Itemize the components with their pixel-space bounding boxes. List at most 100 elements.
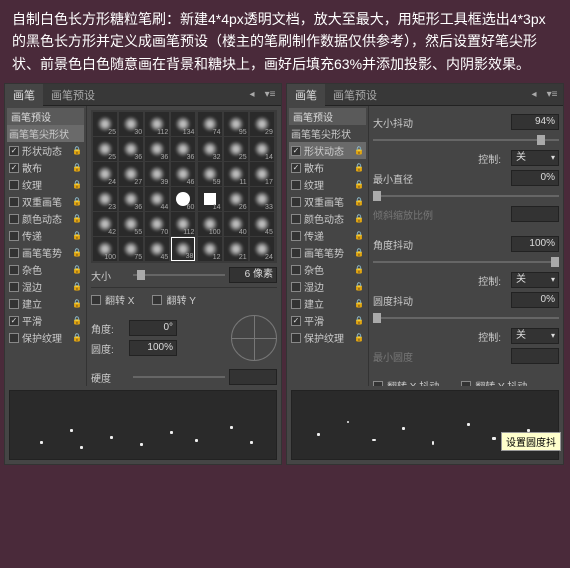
brush-thumb[interactable]: 42 [93, 212, 117, 236]
menu-icon[interactable]: ▾≡ [263, 88, 277, 102]
checkbox[interactable] [9, 265, 19, 275]
brush-thumb[interactable]: 32 [198, 137, 222, 161]
checkbox[interactable] [291, 265, 301, 275]
size-jitter-slider[interactable] [373, 134, 559, 146]
checkbox[interactable] [291, 282, 301, 292]
checkbox[interactable] [9, 180, 19, 190]
brush-thumb[interactable]: 55 [119, 212, 143, 236]
sidebar-item[interactable]: 杂色🔒 [289, 261, 366, 278]
checkbox[interactable] [291, 333, 301, 343]
chevron-left-icon[interactable]: ◂ [245, 88, 259, 102]
sidebar-item[interactable]: 纹理🔒 [7, 176, 84, 193]
checkbox[interactable] [291, 316, 301, 326]
sidebar-item[interactable]: 平滑🔒 [7, 312, 84, 329]
brush-thumb[interactable]: 60 [171, 187, 195, 211]
control-select[interactable]: 关 [511, 272, 559, 288]
brush-thumb[interactable]: 26 [224, 187, 248, 211]
brush-thumb[interactable]: 36 [119, 187, 143, 211]
brush-thumb[interactable]: 112 [145, 112, 169, 136]
sidebar-item[interactable]: 散布🔒 [289, 159, 366, 176]
brush-thumb[interactable]: 36 [145, 137, 169, 161]
brush-thumb[interactable]: 70 [145, 212, 169, 236]
sidebar-item[interactable]: 保护纹理🔒 [289, 329, 366, 346]
sidebar-header[interactable]: 画笔预设 [7, 108, 84, 125]
sidebar-item[interactable]: 双重画笔🔒 [289, 193, 366, 210]
brush-thumb[interactable]: 11 [224, 162, 248, 186]
tab-brush[interactable]: 画笔 [5, 84, 43, 106]
checkbox[interactable] [9, 333, 19, 343]
hardness-slider[interactable] [133, 371, 225, 383]
checkbox[interactable] [9, 248, 19, 258]
brush-thumb[interactable]: 38 [171, 237, 195, 261]
checkbox[interactable] [9, 282, 19, 292]
brush-thumb[interactable]: 29 [250, 112, 274, 136]
menu-icon[interactable]: ▾≡ [545, 88, 559, 102]
sidebar-item[interactable]: 颜色动态🔒 [289, 210, 366, 227]
brush-thumb[interactable]: 39 [145, 162, 169, 186]
tab-brush[interactable]: 画笔 [287, 84, 325, 106]
brush-thumb[interactable]: 14 [198, 187, 222, 211]
checkbox[interactable] [9, 214, 19, 224]
sidebar-item[interactable]: 形状动态🔒 [7, 142, 84, 159]
sidebar-item[interactable]: 杂色🔒 [7, 261, 84, 278]
brush-thumb[interactable]: 59 [198, 162, 222, 186]
checkbox[interactable] [9, 163, 19, 173]
control-select[interactable]: 关 [511, 328, 559, 344]
size-value[interactable]: 6 像素 [229, 267, 277, 283]
brush-thumb[interactable]: 74 [198, 112, 222, 136]
brush-thumb[interactable]: 95 [224, 112, 248, 136]
checkbox[interactable] [291, 214, 301, 224]
sidebar-header[interactable]: 画笔预设 [289, 108, 366, 125]
angle-jitter-value[interactable]: 100% [511, 236, 559, 252]
checkbox[interactable] [291, 197, 301, 207]
sidebar-item[interactable]: 散布🔒 [7, 159, 84, 176]
angle-value[interactable]: 0° [129, 320, 177, 336]
sidebar-item[interactable]: 双重画笔🔒 [7, 193, 84, 210]
sidebar-item[interactable]: 画笔笔尖形状 [289, 125, 366, 142]
sidebar-item[interactable]: 湿边🔒 [289, 278, 366, 295]
brush-thumb[interactable]: 40 [224, 212, 248, 236]
flipx-checkbox[interactable] [91, 295, 101, 305]
min-diameter-slider[interactable] [373, 190, 559, 202]
checkbox[interactable] [291, 146, 301, 156]
brush-thumb[interactable]: 24 [93, 162, 117, 186]
hardness-value[interactable] [229, 369, 277, 385]
brush-thumb[interactable]: 45 [250, 212, 274, 236]
checkbox[interactable] [291, 180, 301, 190]
brush-thumb[interactable]: 75 [119, 237, 143, 261]
sidebar-item[interactable]: 纹理🔒 [289, 176, 366, 193]
sidebar-item[interactable]: 画笔笔尖形状 [7, 125, 84, 142]
size-jitter-value[interactable]: 94% [511, 114, 559, 130]
checkbox[interactable] [291, 163, 301, 173]
brush-thumb[interactable]: 100 [198, 212, 222, 236]
brush-thumb[interactable]: 21 [224, 237, 248, 261]
checkbox[interactable] [291, 231, 301, 241]
sidebar-item[interactable]: 颜色动态🔒 [7, 210, 84, 227]
flipy-jitter-checkbox[interactable] [461, 381, 471, 387]
brush-thumb[interactable]: 12 [198, 237, 222, 261]
brush-thumb[interactable]: 25 [93, 137, 117, 161]
sidebar-item[interactable]: 画笔笔势🔒 [7, 244, 84, 261]
brush-thumb[interactable]: 14 [250, 137, 274, 161]
brush-thumb[interactable]: 17 [250, 162, 274, 186]
angle-jitter-slider[interactable] [373, 256, 559, 268]
round-value[interactable]: 100% [129, 340, 177, 356]
sidebar-item[interactable]: 形状动态🔒 [289, 142, 366, 159]
sidebar-item[interactable]: 建立🔒 [289, 295, 366, 312]
size-slider[interactable] [133, 269, 225, 281]
sidebar-item[interactable]: 画笔笔势🔒 [289, 244, 366, 261]
sidebar-item[interactable]: 湿边🔒 [7, 278, 84, 295]
round-jitter-value[interactable]: 0% [511, 292, 559, 308]
checkbox[interactable] [291, 299, 301, 309]
brush-thumb[interactable]: 100 [93, 237, 117, 261]
brush-thumb[interactable]: 24 [250, 237, 274, 261]
brush-thumb[interactable]: 23 [93, 187, 117, 211]
checkbox[interactable] [9, 146, 19, 156]
angle-control[interactable] [231, 315, 277, 361]
sidebar-item[interactable]: 保护纹理🔒 [7, 329, 84, 346]
min-diameter-value[interactable]: 0% [511, 170, 559, 186]
tab-brush-presets[interactable]: 画笔预设 [43, 84, 103, 106]
brush-thumb[interactable]: 46 [171, 162, 195, 186]
brush-thumb[interactable]: 27 [119, 162, 143, 186]
checkbox[interactable] [291, 248, 301, 258]
